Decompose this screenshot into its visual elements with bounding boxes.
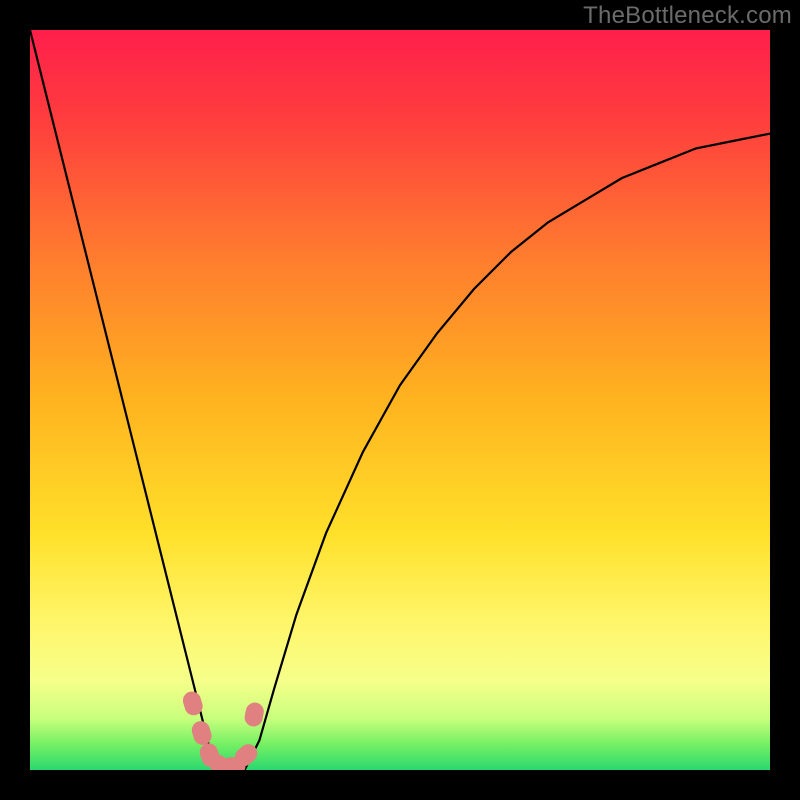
bottleneck-chart <box>30 30 770 770</box>
gradient-background <box>30 30 770 770</box>
plot-area <box>30 30 770 770</box>
watermark-label: TheBottleneck.com <box>583 2 792 30</box>
chart-frame: TheBottleneck.com <box>0 0 800 800</box>
